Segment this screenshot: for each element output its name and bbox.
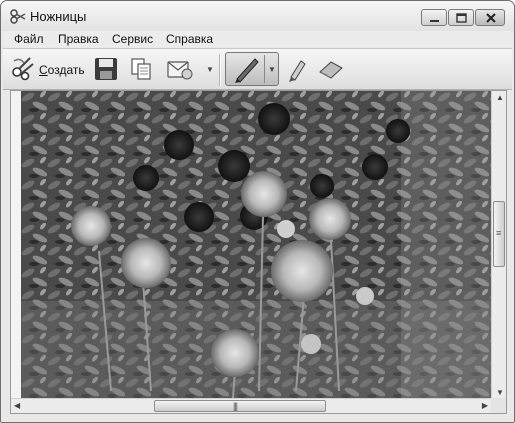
pen-button[interactable]: ▼ [225, 52, 279, 86]
maximize-button[interactable] [448, 9, 474, 26]
close-button[interactable] [475, 9, 505, 26]
save-icon [95, 58, 117, 80]
pen-icon [235, 58, 259, 83]
copy-icon [131, 58, 151, 80]
save-button[interactable] [93, 56, 119, 82]
horizontal-scrollbar[interactable]: ◀ ||| ▶ [11, 398, 491, 413]
flower-photo-image [21, 91, 493, 398]
eraser-icon [319, 61, 343, 79]
scissors-app-icon [10, 8, 26, 24]
captured-image [21, 91, 493, 398]
thumb-grip-icon: ||| [233, 401, 238, 411]
horizontal-scroll-thumb[interactable]: ||| [154, 400, 326, 412]
maximize-icon [456, 13, 467, 23]
scroll-down-icon[interactable]: ▼ [496, 388, 504, 397]
menu-file[interactable]: Файл [14, 32, 44, 46]
scroll-corner [491, 398, 506, 413]
eraser-button[interactable] [317, 57, 345, 81]
menu-edit[interactable]: Правка [58, 32, 99, 46]
scroll-left-icon[interactable]: ◀ [14, 401, 20, 410]
copy-button[interactable] [128, 56, 154, 82]
menu-tools[interactable]: Сервис [112, 32, 153, 46]
snip-canvas: ▲ ≡ ▼ ◀ ||| ▶ [10, 90, 507, 414]
toolbar-separator [219, 54, 221, 86]
send-icon [167, 61, 193, 80]
close-icon [486, 13, 496, 23]
thumb-grip-icon: ≡ [496, 228, 502, 238]
toolbar: Создать ▼ ▼ [3, 48, 512, 90]
menu-help[interactable]: Справка [166, 32, 213, 46]
title-bar[interactable]: Ножницы [1, 1, 514, 31]
snipping-tool-window: Ножницы Файл Правка Сервис Справка Созда… [0, 0, 515, 423]
minimize-button[interactable] [421, 9, 447, 26]
window-title: Ножницы [30, 9, 87, 24]
highlighter-icon [289, 60, 306, 82]
vertical-scrollbar[interactable]: ▲ ≡ ▼ [491, 91, 506, 398]
new-snip-label: Создать [39, 63, 85, 77]
scissors-icon [12, 57, 34, 81]
pen-divider [264, 55, 265, 83]
menu-bar: Файл Правка Сервис Справка [3, 31, 512, 47]
minimize-icon [430, 20, 439, 22]
scroll-up-icon[interactable]: ▲ [496, 93, 504, 102]
new-snip-button[interactable]: Создать [10, 55, 86, 83]
scroll-right-icon[interactable]: ▶ [482, 401, 488, 410]
vertical-scroll-thumb[interactable]: ≡ [493, 201, 505, 267]
pen-dropdown-icon[interactable]: ▼ [268, 65, 276, 74]
send-snip-button[interactable]: ▼ [165, 56, 215, 82]
highlighter-button[interactable] [285, 55, 309, 83]
send-dropdown-icon[interactable]: ▼ [206, 65, 214, 74]
